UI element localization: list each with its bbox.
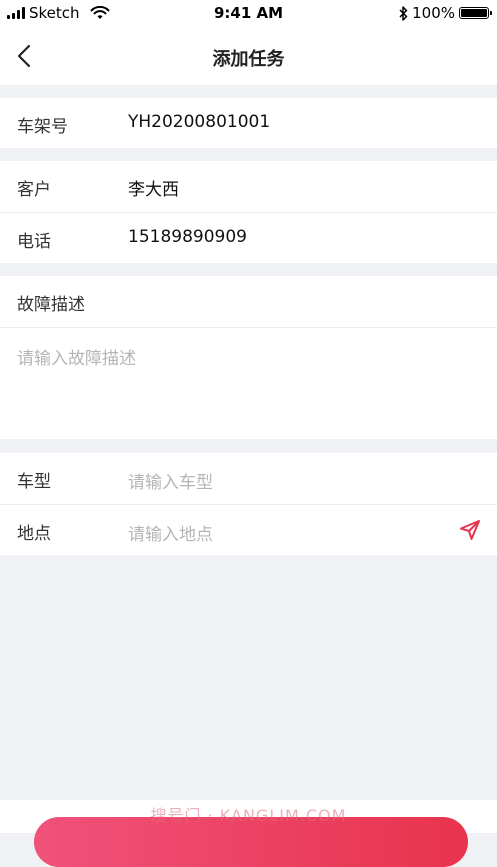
- customer-value: 李大西: [128, 180, 179, 200]
- customer-section: 客户 李大西 电话 15189890909: [0, 161, 497, 263]
- phone-row[interactable]: 电话 15189890909: [0, 213, 497, 263]
- status-bar-right: 100%: [399, 4, 492, 22]
- battery-percent: 100%: [412, 4, 455, 22]
- watermark: 搜号门 · KANGLIM.COM: [150, 806, 347, 825]
- fault-textarea[interactable]: 请输入故障描述: [0, 328, 497, 439]
- phone-label: 电话: [17, 232, 51, 252]
- location-row[interactable]: 地点 请输入地点: [0, 505, 497, 555]
- phone-value: 15189890909: [128, 227, 247, 247]
- fault-label: 故障描述: [17, 295, 85, 315]
- location-input[interactable]: 请输入地点: [128, 520, 213, 545]
- vin-value: YH20200801001: [128, 112, 271, 132]
- fault-placeholder: 请输入故障描述: [17, 349, 136, 369]
- vin-row[interactable]: 车架号 YH20200801001: [0, 98, 497, 148]
- bluetooth-icon: [399, 5, 408, 21]
- page-title: 添加任务: [212, 49, 285, 70]
- car-model-label: 车型: [17, 472, 51, 492]
- status-bar: Sketch 9:41 AM 100%: [0, 0, 497, 28]
- car-model-input[interactable]: 请输入车型: [128, 468, 213, 493]
- customer-row[interactable]: 客户 李大西: [0, 161, 497, 211]
- location-arrow-icon[interactable]: [459, 519, 481, 541]
- fault-section: 故障描述 请输入故障描述: [0, 276, 497, 439]
- battery-icon: [459, 7, 492, 19]
- vehicle-section: 车型 请输入车型 地点 请输入地点: [0, 453, 497, 555]
- location-label: 地点: [17, 524, 51, 544]
- battery-fill: [461, 9, 487, 17]
- car-model-row[interactable]: 车型 请输入车型: [0, 453, 497, 503]
- navigation-bar: 添加任务: [0, 28, 497, 85]
- fault-header-row: 故障描述: [0, 276, 497, 326]
- customer-label: 客户: [17, 180, 51, 200]
- vin-section: 车架号 YH20200801001: [0, 98, 497, 148]
- vin-label: 车架号: [17, 117, 68, 137]
